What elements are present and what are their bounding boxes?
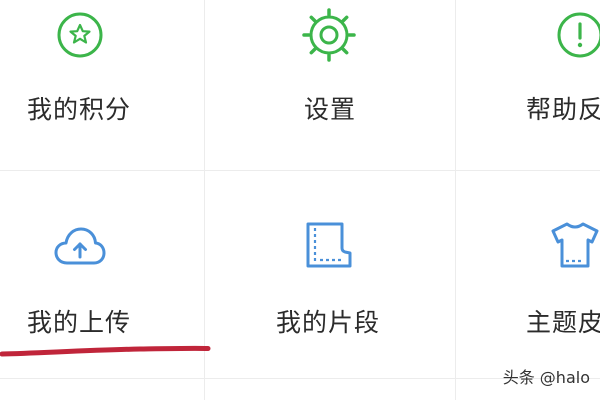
film-clip-icon: [302, 218, 356, 272]
watermark: 头条 @halo: [502, 368, 590, 387]
menu-item-label: 我的片段: [276, 308, 381, 337]
exclamation-circle-icon: [553, 8, 600, 62]
menu-item-settings[interactable]: 设置: [205, 0, 455, 170]
menu-item-help[interactable]: 帮助反: [456, 0, 600, 170]
menu-grid: 我的积分 设置 帮助反 我的上传 我的片段 主题皮: [0, 0, 600, 400]
menu-item-label: 主题皮: [526, 308, 600, 337]
cloud-upload-icon: [53, 221, 107, 275]
menu-item-clips[interactable]: 我的片段: [205, 171, 455, 378]
menu-item-themes[interactable]: 主题皮: [456, 171, 600, 378]
tshirt-icon: [548, 218, 600, 272]
menu-item-label: 设置: [304, 95, 357, 124]
star-circle-icon: [53, 8, 107, 62]
gear-icon: [302, 8, 356, 62]
menu-item-label: 我的积分: [27, 95, 132, 124]
menu-item-uploads[interactable]: 我的上传: [0, 171, 204, 378]
menu-item-label: 我的上传: [27, 308, 132, 337]
menu-item-label: 帮助反: [526, 95, 600, 124]
menu-item-points[interactable]: 我的积分: [0, 0, 204, 170]
